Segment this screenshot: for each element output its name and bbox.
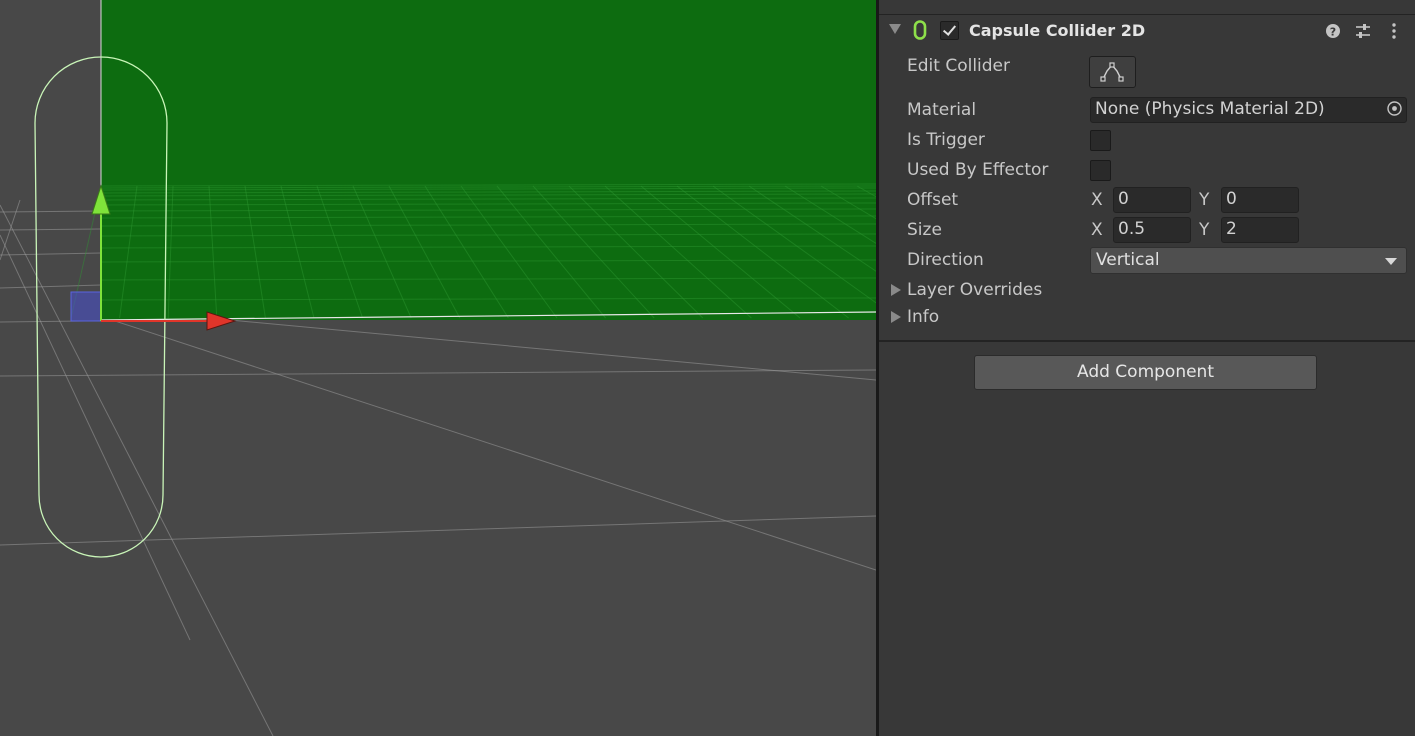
- direction-label: Direction: [907, 250, 984, 270]
- material-object-field[interactable]: None (Physics Material 2D): [1090, 97, 1407, 123]
- size-x-input[interactable]: 0.5: [1113, 217, 1191, 243]
- move-gizmo-plane-handle[interactable]: [70, 291, 102, 322]
- offset-label: Offset: [907, 190, 959, 210]
- material-value: None (Physics Material 2D): [1095, 99, 1325, 119]
- offset-y-label[interactable]: Y: [1199, 190, 1209, 210]
- size-x-label[interactable]: X: [1091, 220, 1103, 240]
- offset-y-input[interactable]: 0: [1221, 187, 1299, 213]
- object-picker-icon[interactable]: [1386, 100, 1403, 117]
- component-enabled-checkbox[interactable]: [940, 21, 959, 40]
- direction-dropdown[interactable]: Vertical: [1090, 247, 1407, 274]
- direction-value: Vertical: [1096, 250, 1160, 270]
- edit-collider-icon: [1100, 62, 1124, 82]
- scene-viewport[interactable]: [0, 0, 876, 736]
- used-by-effector-checkbox[interactable]: [1090, 160, 1111, 181]
- dropdown-arrow-icon: [1385, 258, 1397, 265]
- size-y-label[interactable]: Y: [1199, 220, 1209, 240]
- scene-view[interactable]: [0, 0, 876, 736]
- size-label: Size: [907, 220, 942, 240]
- inspector-panel: Capsule Collider 2D ? Edit Collider Mate…: [879, 0, 1415, 736]
- layer-overrides-foldout-icon[interactable]: [891, 284, 901, 296]
- presets-icon[interactable]: [1354, 21, 1372, 41]
- add-component-button[interactable]: Add Component: [974, 355, 1317, 390]
- help-icon[interactable]: ?: [1324, 21, 1342, 41]
- component-title: Capsule Collider 2D: [969, 21, 1146, 40]
- inspector-separator: [879, 340, 1415, 342]
- green-sprite: [101, 0, 876, 320]
- size-y-input[interactable]: 2: [1221, 217, 1299, 243]
- is-trigger-checkbox[interactable]: [1090, 130, 1111, 151]
- svg-text:?: ?: [1330, 26, 1336, 39]
- capsule-collider-2d-icon: [913, 20, 927, 40]
- is-trigger-label: Is Trigger: [907, 130, 985, 150]
- kebab-menu-icon[interactable]: [1385, 21, 1403, 41]
- offset-x-input[interactable]: 0: [1113, 187, 1191, 213]
- checkmark-icon: [942, 22, 957, 36]
- layer-overrides-foldout[interactable]: Layer Overrides: [907, 280, 1042, 300]
- material-label: Material: [907, 100, 977, 120]
- edit-collider-button[interactable]: [1089, 56, 1136, 88]
- used-by-effector-label: Used By Effector: [907, 160, 1049, 180]
- offset-x-label[interactable]: X: [1091, 190, 1103, 210]
- info-foldout-icon[interactable]: [891, 311, 901, 323]
- foldout-expanded-icon[interactable]: [889, 24, 901, 34]
- info-foldout[interactable]: Info: [907, 307, 939, 327]
- component-header[interactable]: Capsule Collider 2D ?: [879, 15, 1415, 47]
- edit-collider-label: Edit Collider: [907, 56, 1011, 76]
